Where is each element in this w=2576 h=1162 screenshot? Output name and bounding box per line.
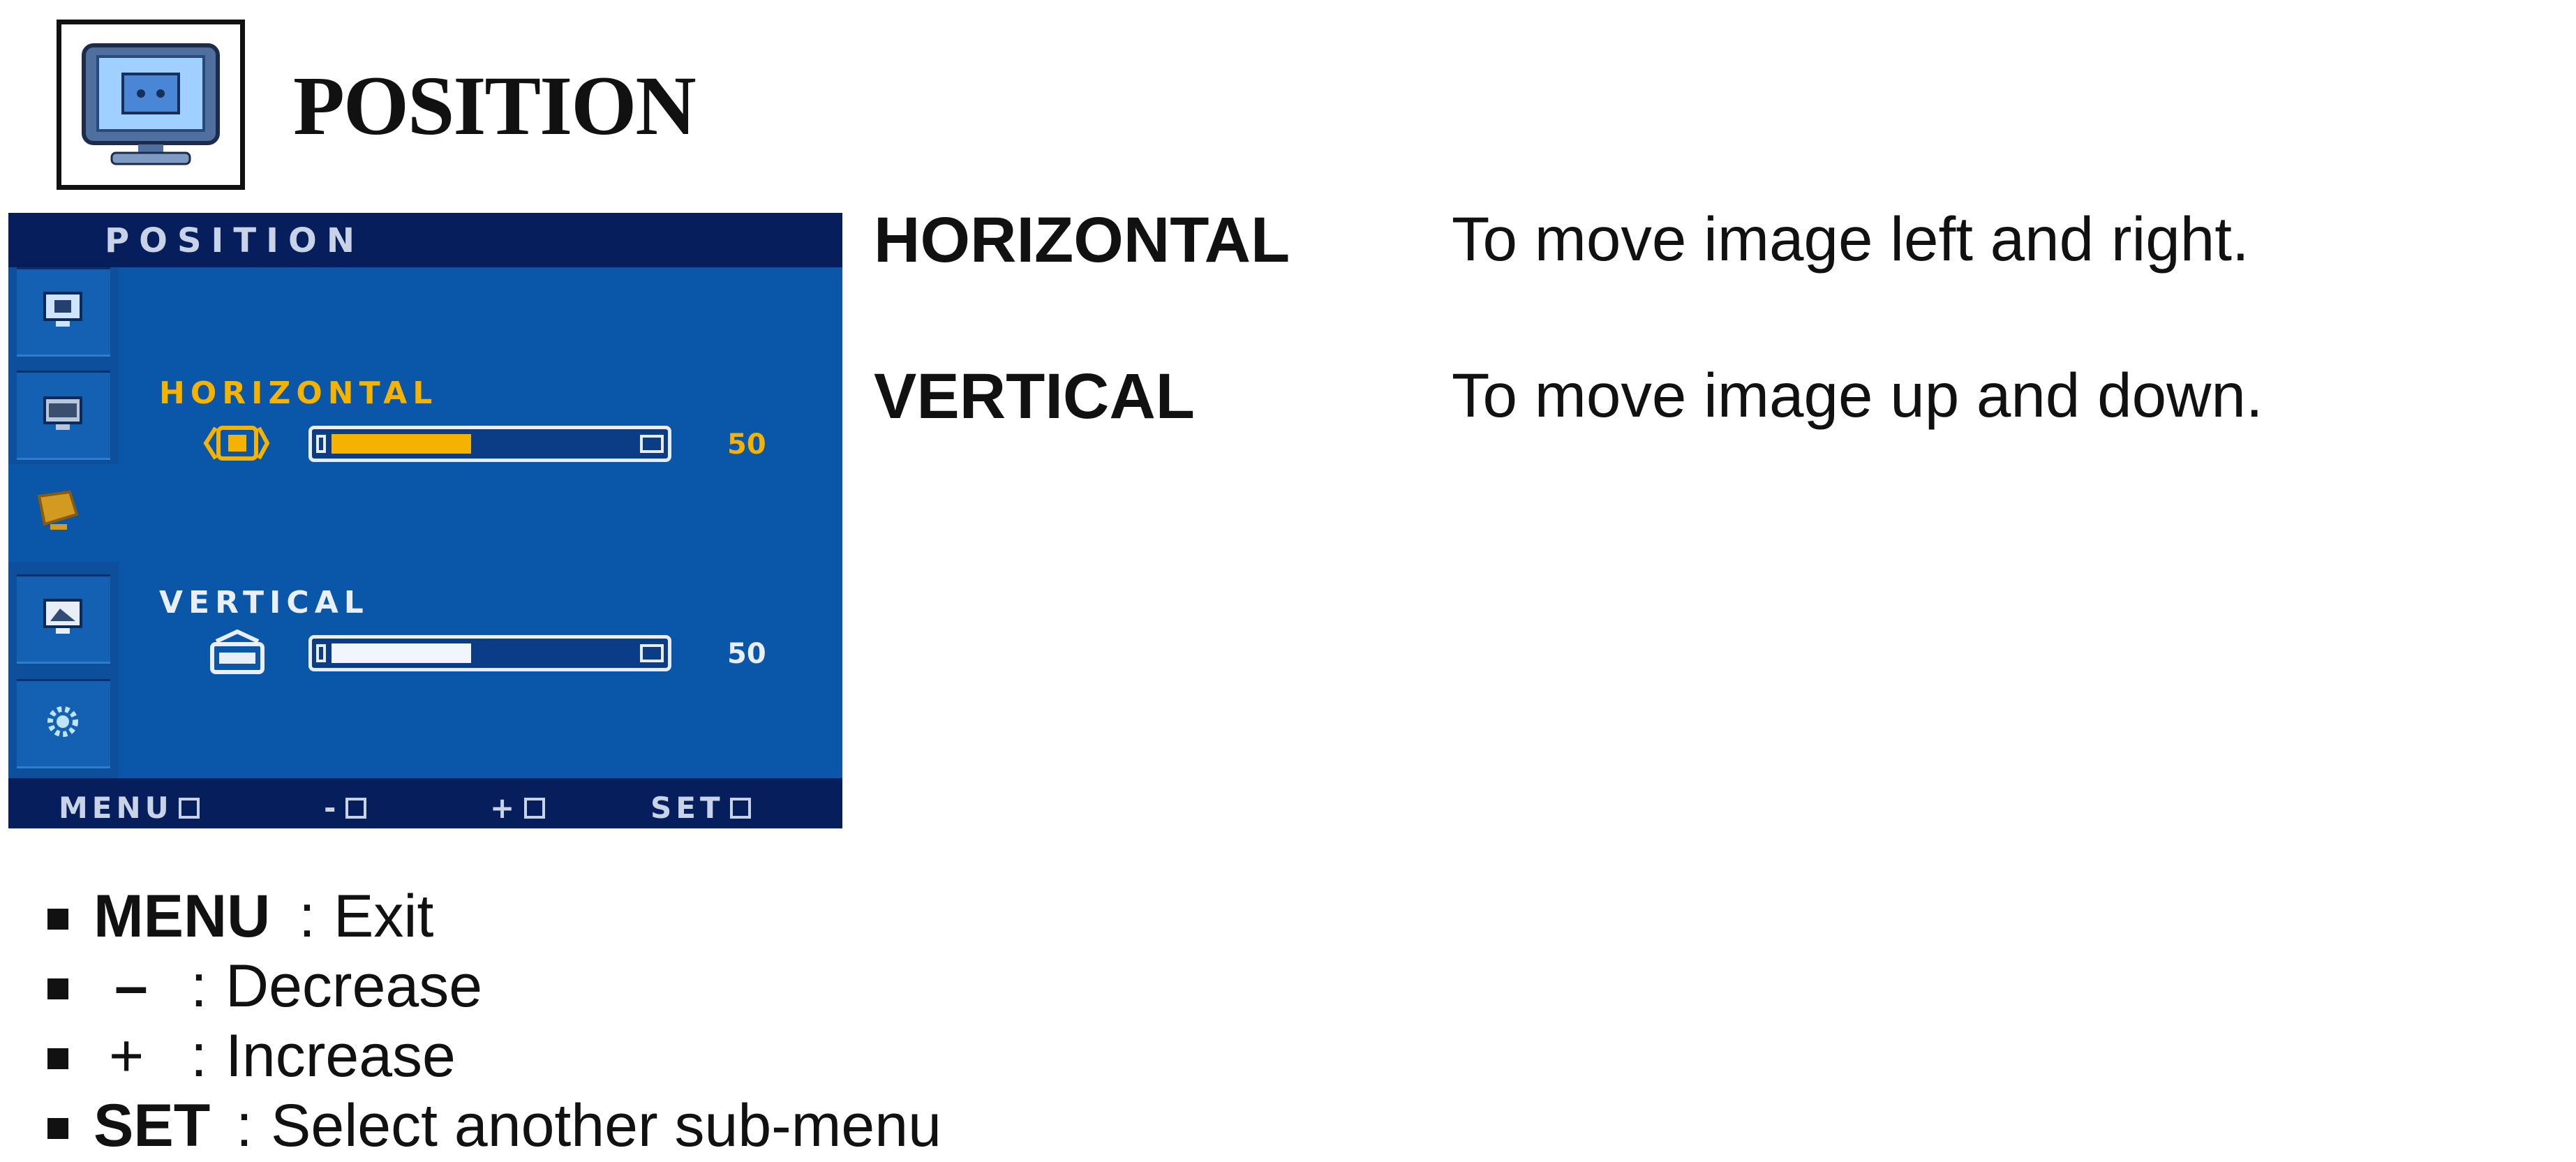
- legend-key: –: [114, 953, 148, 1020]
- sidebar-item-setup[interactable]: [17, 679, 110, 768]
- legend-key: MENU: [94, 883, 271, 950]
- legend-key: SET: [94, 1092, 211, 1159]
- bullet-icon: [47, 909, 68, 930]
- osd-sidebar: [8, 267, 127, 778]
- plus-key-icon: [524, 798, 546, 819]
- osd-minus-label: -: [324, 791, 341, 825]
- horizontal-slider[interactable]: [308, 426, 671, 462]
- vertical-slider-fill: [332, 643, 471, 663]
- page-title: POSITION: [293, 59, 697, 153]
- osd-menu-label: MENU: [59, 791, 173, 825]
- osd-minus-button[interactable]: -: [324, 791, 367, 825]
- osd-menu-panel: POSITION HORIZONTAL 50 VERTICAL 50 MENU …: [8, 213, 842, 828]
- horizontal-term: HORIZONTAL: [874, 204, 1290, 276]
- bullet-icon: [47, 1048, 68, 1069]
- horizontal-description: To move image left and right.: [1452, 204, 2249, 274]
- legend-description: Decrease: [225, 953, 483, 1020]
- set-key-icon: [729, 798, 751, 819]
- sidebar-item-picture[interactable]: [17, 267, 110, 357]
- slider-min-cap: [316, 644, 326, 662]
- osd-set-label: SET: [650, 791, 724, 825]
- tracking-icon: [43, 599, 82, 634]
- horizontal-value: 50: [727, 429, 766, 461]
- osd-horizontal-label: HORIZONTAL: [159, 375, 438, 411]
- legend-separator: :: [299, 883, 315, 950]
- monitor-position-icon: [82, 43, 220, 165]
- osd-plus-label: +: [490, 791, 519, 825]
- osd-set-button[interactable]: SET: [650, 794, 751, 823]
- osd-title: POSITION: [105, 221, 364, 260]
- legend-separator: :: [191, 953, 207, 1020]
- vertical-value: 50: [727, 638, 766, 670]
- legend-key: +: [109, 1022, 144, 1089]
- legend-separator: :: [191, 1022, 207, 1089]
- legend-description: Increase: [225, 1022, 456, 1089]
- setup-icon: [47, 706, 78, 737]
- sidebar-item-color[interactable]: [17, 371, 110, 460]
- vertical-position-icon: [210, 629, 265, 674]
- position-icon: [37, 490, 79, 530]
- color-icon: [43, 396, 82, 430]
- bullet-icon: [47, 978, 68, 999]
- position-header-icon-box: [57, 20, 245, 190]
- legend-description: Select another sub-menu: [271, 1092, 941, 1159]
- horizontal-slider-fill: [332, 434, 471, 454]
- menu-key-icon: [178, 798, 200, 819]
- slider-max-cap: [640, 644, 664, 662]
- sidebar-item-position[interactable]: [8, 464, 127, 562]
- osd-vertical-label: VERTICAL: [159, 585, 369, 620]
- slider-min-cap: [316, 435, 326, 453]
- vertical-slider[interactable]: [308, 635, 671, 671]
- sidebar-item-tracking[interactable]: [17, 574, 110, 664]
- osd-button-bar: MENU - + SET: [8, 778, 842, 828]
- picture-icon: [43, 292, 82, 327]
- vertical-term: VERTICAL: [874, 361, 1195, 432]
- slider-max-cap: [640, 435, 664, 453]
- horizontal-position-icon: [203, 426, 270, 461]
- bullet-icon: [47, 1118, 68, 1139]
- osd-title-bar: POSITION: [8, 213, 842, 267]
- legend-separator: :: [236, 1092, 253, 1159]
- osd-menu-button[interactable]: MENU: [59, 794, 200, 823]
- minus-key-icon: [345, 798, 367, 819]
- osd-plus-button[interactable]: +: [490, 791, 546, 825]
- vertical-description: To move image up and down.: [1452, 360, 2263, 430]
- legend-description: Exit: [334, 883, 434, 950]
